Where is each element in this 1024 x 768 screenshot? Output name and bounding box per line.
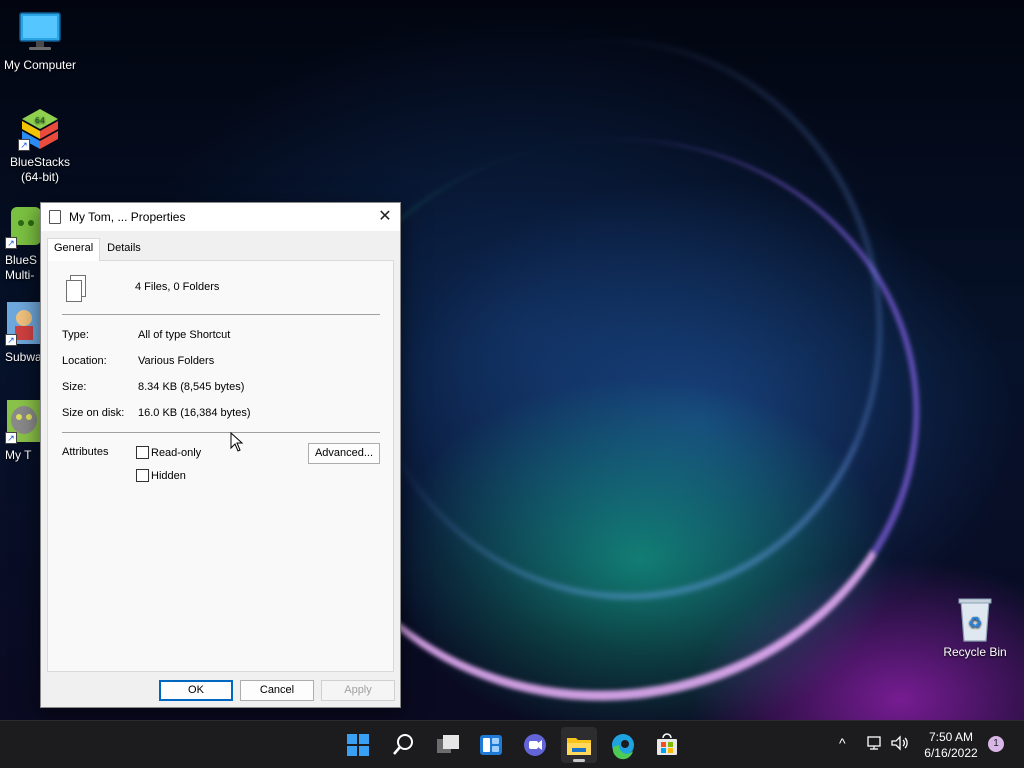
teams-chat-icon[interactable] [517,727,553,763]
desktop-icon-label: My Computer [3,58,77,72]
system-clock[interactable]: 7:50 AM 6/16/2022 [918,729,984,761]
separator [62,314,380,315]
monitor-icon [18,10,62,54]
desktop-icon-label: BlueStacks (64-bit) [9,155,71,184]
file-explorer-icon[interactable] [561,727,597,763]
volume-icon[interactable] [890,734,910,752]
shortcut-arrow-icon: ↗ [5,237,17,249]
shortcut-arrow-icon: ↗ [5,334,17,346]
selection-summary: 4 Files, 0 Folders [135,281,220,293]
tab-details[interactable]: Details [100,238,148,260]
dialog-titlebar[interactable]: My Tom, ... Properties ✕ [41,203,400,231]
clock-time: 7:50 AM [928,730,974,744]
hidden-checkbox[interactable] [136,469,149,482]
desktop-icon-label: Recycle Bin [943,645,1007,659]
desktop-icon-bluestacks[interactable]: 64 ↗ BlueStacks (64-bit) [0,107,80,185]
properties-dialog: My Tom, ... Properties ✕ General Details… [40,202,401,708]
size-on-disk-label: Size on disk: [62,407,125,419]
type-label: Type: [62,329,89,341]
multiple-files-icon [66,275,88,303]
tab-general[interactable]: General [47,238,101,261]
shortcut-arrow-icon: ↗ [18,139,30,151]
taskbar: ^ 7:50 AM 6/16/2022 [0,720,1024,768]
show-hidden-icons-chevron-icon[interactable]: ^ [839,735,846,751]
document-icon [49,208,62,224]
advanced-button[interactable]: Advanced... [308,443,380,464]
widgets-icon[interactable] [473,727,509,763]
windows-start-icon[interactable] [340,727,376,763]
apply-button[interactable]: Apply [321,680,395,701]
desktop-icon-recycle-bin[interactable]: ♻ Recycle Bin [935,597,1015,660]
location-value: Various Folders [138,355,215,367]
size-value: 8.34 KB (8,545 bytes) [138,381,245,393]
separator [62,432,380,433]
bluestacks-icon: 64 ↗ [18,107,62,151]
svg-text:64: 64 [35,116,45,125]
dialog-title: My Tom, ... Properties [69,210,186,224]
desktop-icon-my-computer[interactable]: My Computer [0,10,80,73]
hidden-label[interactable]: Hidden [151,470,186,482]
ok-button[interactable]: OK [159,680,233,701]
attributes-label: Attributes [62,446,109,458]
clock-date: 6/16/2022 [924,746,978,760]
task-view-icon[interactable] [429,727,465,763]
recycle-bin-icon: ♻ [953,597,997,642]
location-label: Location: [62,355,107,367]
general-panel: 4 Files, 0 Folders Type: All of type Sho… [47,260,394,672]
readonly-label[interactable]: Read-only [151,447,201,459]
store-icon[interactable] [649,727,685,763]
search-icon[interactable] [385,727,421,763]
close-button[interactable]: ✕ [370,203,400,231]
network-icon[interactable] [866,734,884,752]
svg-text:♻: ♻ [968,613,982,632]
edge-icon[interactable] [605,727,641,763]
dialog-tabs: General Details [47,238,148,261]
mouse-cursor-icon [230,432,244,452]
cancel-button[interactable]: Cancel [240,680,314,701]
notification-badge[interactable]: 1 [988,736,1004,752]
active-indicator [573,759,585,762]
shortcut-arrow-icon: ↗ [5,432,17,444]
type-value: All of type Shortcut [138,329,231,341]
readonly-checkbox[interactable] [136,446,149,459]
size-label: Size: [62,381,87,393]
size-on-disk-value: 16.0 KB (16,384 bytes) [138,407,251,419]
